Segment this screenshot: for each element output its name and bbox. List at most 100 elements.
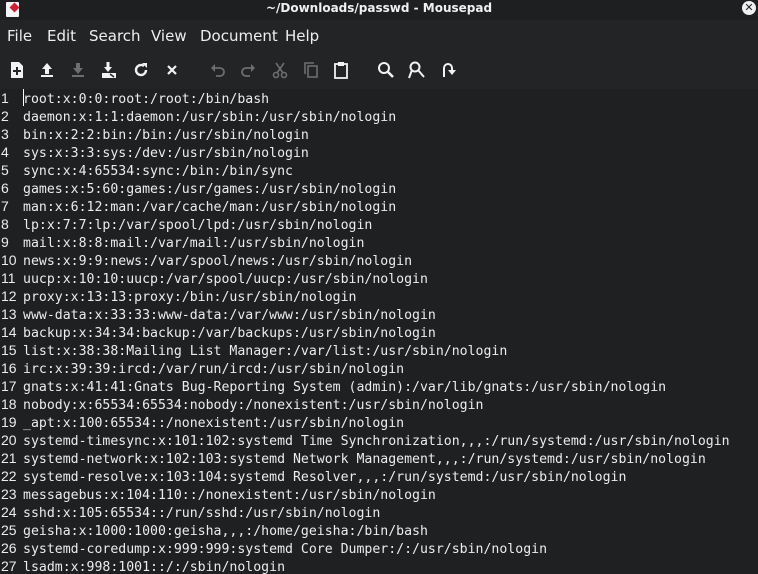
line-text[interactable]: uucp:x:10:10:uucp:/var/spool/uucp:/usr/s…: [23, 272, 428, 287]
editor-line[interactable]: 2 daemon:x:1:1:daemon:/usr/sbin:/usr/sbin…: [0, 107, 396, 125]
line-number: 19: [1, 414, 17, 430]
editor-line[interactable]: 20 systemd-timesync:x:101:102:systemd Tim…: [0, 431, 730, 449]
line-text[interactable]: news:x:9:9:news:/var/spool/news:/usr/sbi…: [23, 254, 412, 269]
line-number: 10: [1, 252, 17, 268]
menu-edit[interactable]: Edit: [47, 27, 76, 45]
line-text[interactable]: www-data:x:33:33:www-data:/var/www:/usr/…: [23, 308, 436, 323]
editor-line[interactable]: 15 list:x:38:38:Mailing List Manager:/var…: [0, 341, 507, 359]
line-text[interactable]: bin:x:2:2:bin:/bin:/usr/sbin/nologin: [23, 128, 309, 143]
line-text[interactable]: man:x:6:12:man:/var/cache/man:/usr/sbin/…: [23, 200, 396, 215]
line-number: 4: [1, 144, 9, 160]
line-number: 13: [1, 306, 17, 322]
line-text[interactable]: mail:x:8:8:mail:/var/mail:/usr/sbin/nolo…: [23, 236, 364, 251]
text-cursor: [23, 89, 24, 106]
line-number: 23: [1, 486, 17, 502]
editor-line[interactable]: 13 www-data:x:33:33:www-data:/var/www:/us…: [0, 305, 436, 323]
menu-help[interactable]: Help: [285, 27, 319, 45]
line-number: 15: [1, 342, 17, 358]
line-text[interactable]: irc:x:39:39:ircd:/var/run/ircd:/usr/sbin…: [23, 362, 404, 377]
reload-icon[interactable]: [130, 59, 152, 81]
editor-line[interactable]: 8 lp:x:7:7:lp:/var/spool/lpd:/usr/sbin/no…: [0, 215, 372, 233]
line-text[interactable]: sshd:x:105:65534::/run/sshd:/usr/sbin/no…: [23, 506, 380, 521]
editor-line[interactable]: 25 geisha:x:1000:1000:geisha,,,:/home/gei…: [0, 521, 428, 539]
line-number: 2: [1, 108, 9, 124]
line-number: 1: [1, 90, 9, 106]
line-number: 25: [1, 522, 17, 538]
editor-line[interactable]: 4 sys:x:3:3:sys:/dev:/usr/sbin/nologin: [0, 143, 309, 161]
menu-bar: File Edit Search View Document Help: [0, 20, 758, 51]
line-text[interactable]: lp:x:7:7:lp:/var/spool/lpd:/usr/sbin/nol…: [23, 218, 372, 233]
editor-line[interactable]: 9 mail:x:8:8:mail:/var/mail:/usr/sbin/nol…: [0, 233, 364, 251]
editor-line[interactable]: 27 lsadm:x:998:1001::/:/sbin/nologin: [0, 557, 285, 574]
cut-icon[interactable]: [269, 59, 291, 81]
editor-line[interactable]: 19 _apt:x:100:65534::/nonexistent:/usr/sb…: [0, 413, 404, 431]
editor-line[interactable]: 7 man:x:6:12:man:/var/cache/man:/usr/sbin…: [0, 197, 396, 215]
line-text[interactable]: root:x:0:0:root:/root:/bin/bash: [23, 92, 269, 107]
paste-icon[interactable]: [330, 59, 352, 81]
line-text[interactable]: nobody:x:65534:65534:nobody:/nonexistent…: [23, 398, 484, 413]
line-text[interactable]: games:x:5:60:games:/usr/games:/usr/sbin/…: [23, 182, 396, 197]
line-number: 20: [1, 432, 17, 448]
line-number: 27: [1, 558, 17, 574]
editor-line[interactable]: 22 systemd-resolve:x:103:104:systemd Reso…: [0, 467, 626, 485]
editor-line[interactable]: 6 games:x:5:60:games:/usr/games:/usr/sbin…: [0, 179, 396, 197]
editor-line[interactable]: 16 irc:x:39:39:ircd:/var/run/ircd:/usr/sb…: [0, 359, 404, 377]
line-text[interactable]: daemon:x:1:1:daemon:/usr/sbin:/usr/sbin/…: [23, 110, 396, 125]
line-number: 24: [1, 504, 17, 520]
undo-icon[interactable]: [207, 59, 229, 81]
new-document-icon[interactable]: [6, 59, 28, 81]
editor-line[interactable]: 26 systemd-coredump:x:999:999:systemd Cor…: [0, 539, 547, 557]
line-text[interactable]: sys:x:3:3:sys:/dev:/usr/sbin/nologin: [23, 146, 309, 161]
line-text[interactable]: list:x:38:38:Mailing List Manager:/var/l…: [23, 344, 507, 359]
line-number: 7: [1, 198, 9, 214]
line-number: 6: [1, 180, 9, 196]
line-number: 9: [1, 234, 9, 250]
line-number: 16: [1, 360, 17, 376]
menu-document[interactable]: Document: [200, 27, 278, 45]
line-text[interactable]: gnats:x:41:41:Gnats Bug-Reporting System…: [23, 380, 666, 395]
line-text[interactable]: backup:x:34:34:backup:/var/backups:/usr/…: [23, 326, 436, 341]
editor-line[interactable]: 21 systemd-network:x:102:103:systemd Netw…: [0, 449, 706, 467]
editor-line[interactable]: 5 sync:x:4:65534:sync:/bin:/bin/sync: [0, 161, 293, 179]
find-icon[interactable]: [375, 59, 397, 81]
editor-line[interactable]: 10 news:x:9:9:news:/var/spool/news:/usr/s…: [0, 251, 412, 269]
window-close-button[interactable]: ✕: [742, 1, 756, 15]
line-text[interactable]: systemd-resolve:x:103:104:systemd Resolv…: [23, 470, 626, 485]
editor-line[interactable]: 3 bin:x:2:2:bin:/bin:/usr/sbin/nologin: [0, 125, 309, 143]
save-as-icon[interactable]: [98, 59, 120, 81]
find-replace-icon[interactable]: [406, 59, 428, 81]
title-bar: ~/Downloads/passwd - Mousepad ✕: [0, 0, 758, 20]
open-file-icon[interactable]: [36, 59, 58, 81]
line-text[interactable]: proxy:x:13:13:proxy:/bin:/usr/sbin/nolog…: [23, 290, 356, 305]
line-text[interactable]: _apt:x:100:65534::/nonexistent:/usr/sbin…: [23, 416, 404, 431]
editor-line[interactable]: 11 uucp:x:10:10:uucp:/var/spool/uucp:/usr…: [0, 269, 428, 287]
editor-line[interactable]: 14 backup:x:34:34:backup:/var/backups:/us…: [0, 323, 436, 341]
line-text[interactable]: sync:x:4:65534:sync:/bin:/bin/sync: [23, 164, 293, 179]
line-text[interactable]: lsadm:x:998:1001::/:/sbin/nologin: [23, 560, 285, 574]
editor-line[interactable]: 17 gnats:x:41:41:Gnats Bug-Reporting Syst…: [0, 377, 666, 395]
line-text[interactable]: messagebus:x:104:110::/nonexistent:/usr/…: [23, 488, 436, 503]
editor-line[interactable]: 23 messagebus:x:104:110::/nonexistent:/us…: [0, 485, 436, 503]
editor-line[interactable]: 18 nobody:x:65534:65534:nobody:/nonexiste…: [0, 395, 484, 413]
close-icon[interactable]: [161, 59, 183, 81]
line-text[interactable]: systemd-network:x:102:103:systemd Networ…: [23, 452, 706, 467]
editor-line[interactable]: 24 sshd:x:105:65534::/run/sshd:/usr/sbin/…: [0, 503, 380, 521]
line-text[interactable]: geisha:x:1000:1000:geisha,,,:/home/geish…: [23, 524, 428, 539]
menu-file[interactable]: File: [7, 27, 32, 45]
copy-icon[interactable]: [300, 59, 322, 81]
go-to-line-icon[interactable]: [437, 59, 459, 81]
save-icon[interactable]: [67, 59, 89, 81]
editor-line[interactable]: 12 proxy:x:13:13:proxy:/bin:/usr/sbin/nol…: [0, 287, 356, 305]
window-title: ~/Downloads/passwd - Mousepad: [265, 1, 493, 15]
line-text[interactable]: systemd-timesync:x:101:102:systemd Time …: [23, 434, 730, 449]
text-editor[interactable]: 1 root:x:0:0:root:/root:/bin/bash 2 daemon:…: [0, 89, 758, 574]
redo-icon[interactable]: [237, 59, 259, 81]
menu-view[interactable]: View: [151, 27, 187, 45]
line-text[interactable]: systemd-coredump:x:999:999:systemd Core …: [23, 542, 547, 557]
line-number: 18: [1, 396, 17, 412]
line-number: 26: [1, 540, 17, 556]
editor-line[interactable]: 1 root:x:0:0:root:/root:/bin/bash: [0, 89, 269, 107]
line-number: 17: [1, 378, 17, 394]
line-number: 14: [1, 324, 17, 340]
menu-search[interactable]: Search: [89, 27, 141, 45]
